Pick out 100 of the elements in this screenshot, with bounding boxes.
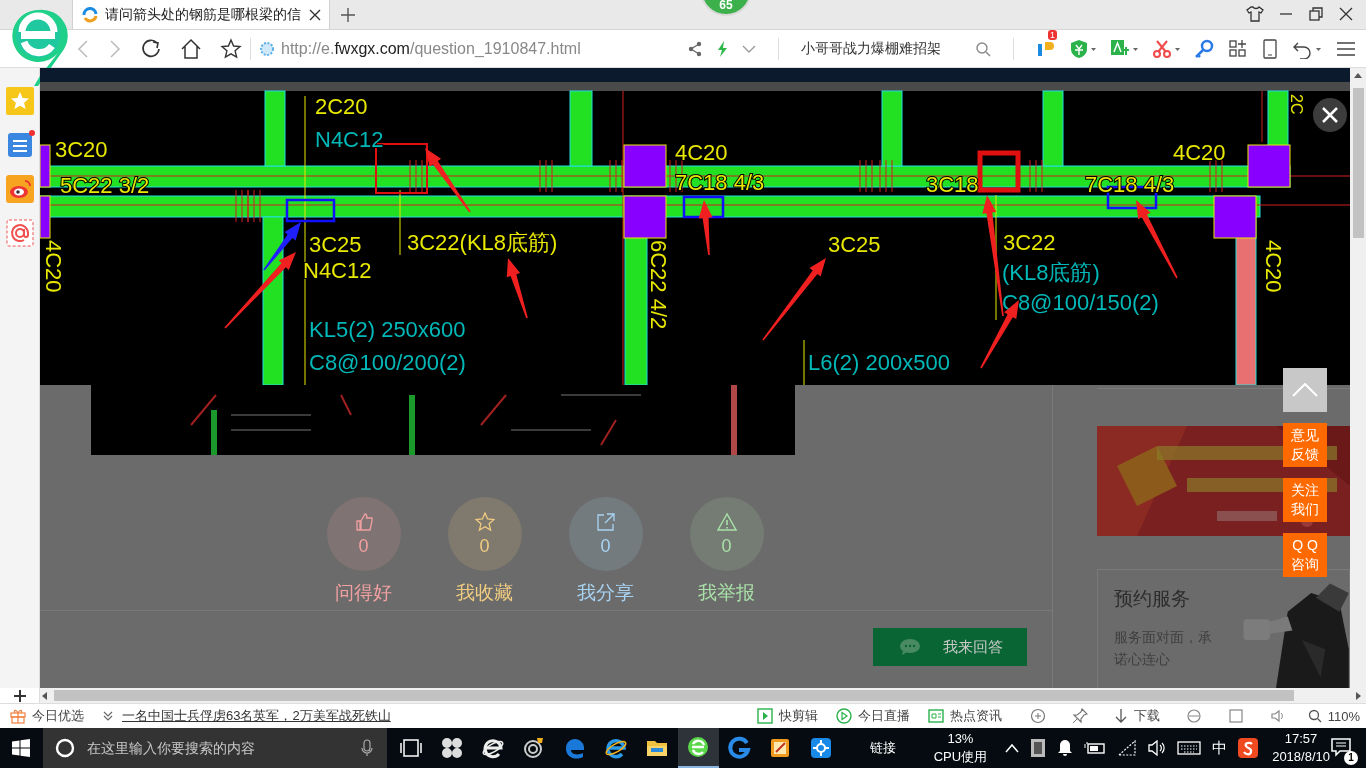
cortana-icon[interactable] <box>54 738 75 758</box>
column-block <box>1213 195 1257 239</box>
shirt-icon[interactable] <box>1246 5 1264 23</box>
bell-icon[interactable] <box>1057 739 1074 757</box>
restore-icon[interactable] <box>1308 6 1324 22</box>
drawing-label: C8@100/150(2) <box>1002 290 1159 315</box>
double-chevron-icon[interactable] <box>102 710 114 722</box>
share-icon[interactable] <box>688 40 702 57</box>
wifi-icon[interactable] <box>1117 740 1138 756</box>
speaker-icon[interactable] <box>1269 708 1286 724</box>
tablet-icon[interactable] <box>1262 38 1278 59</box>
drawing-label: 4C20 <box>1261 240 1286 293</box>
chevron-up-icon[interactable] <box>1005 743 1020 753</box>
scissors-icon[interactable] <box>1152 38 1180 59</box>
lightning-icon[interactable] <box>716 39 728 58</box>
link-label[interactable]: 链接 <box>869 739 896 757</box>
refresh-icon[interactable] <box>140 37 162 60</box>
list-icon[interactable] <box>5 131 34 159</box>
toolbar-link[interactable]: 快剪辑 <box>778 707 818 725</box>
key-icon[interactable] <box>1194 38 1214 59</box>
notification-count: 1 <box>1344 750 1358 765</box>
new-tab-icon[interactable] <box>340 7 356 23</box>
volume-icon[interactable] <box>1148 740 1167 756</box>
zoom-icon[interactable] <box>1307 709 1322 723</box>
drawing-label: KL5(2) 250x600 <box>309 317 466 342</box>
windows-icon[interactable] <box>12 739 31 757</box>
search-icon[interactable] <box>975 40 991 57</box>
toolbar-link[interactable]: 今日直播 <box>857 707 910 725</box>
drawing-label: C8@100/200(2) <box>309 350 466 375</box>
scrollbar-thumb[interactable] <box>1352 88 1364 238</box>
search-field[interactable]: 小哥哥战力爆棚难招架 <box>801 39 961 58</box>
drawing-label: 4C20 <box>1173 140 1226 165</box>
pointer-arrow <box>698 200 713 256</box>
drawing-label: 2C20 <box>315 94 368 119</box>
apps-icon[interactable] <box>1228 38 1248 59</box>
download-icon[interactable] <box>1113 708 1128 724</box>
video-edit-icon[interactable] <box>756 708 773 724</box>
clock[interactable]: 17:57 2018/8/10 <box>1272 730 1330 766</box>
pinwheel-icon <box>440 736 465 760</box>
drawing-label: (KL8底筋) <box>1002 260 1100 285</box>
menu-icon[interactable] <box>1336 39 1356 58</box>
ie-icon <box>604 736 629 760</box>
drawing-label: 3C22 <box>1003 230 1056 255</box>
stat-count: 0 <box>479 535 490 557</box>
drawing-label: N4C12 <box>303 258 372 283</box>
browser-tab[interactable]: 请问箭头处的钢筋是哪根梁的信 <box>72 0 330 29</box>
news-link[interactable]: 一名中国士兵俘虏63名英军，2万美军战死铁山 <box>122 707 391 725</box>
home-icon[interactable] <box>180 37 202 60</box>
grid-line <box>1261 90 1263 143</box>
scroll-right-icon[interactable] <box>1353 689 1363 702</box>
close-icon[interactable] <box>309 8 321 21</box>
scrollbar-thumb[interactable] <box>54 690 1294 701</box>
taskbar-search-field[interactable]: 在这里输入你要搜索的内容 <box>42 728 387 768</box>
today-picks-label[interactable]: 今日优选 <box>32 707 84 725</box>
toolbar-link[interactable]: 热点资讯 <box>949 707 1002 725</box>
weibo-icon[interactable] <box>5 175 34 203</box>
app-tray-icon[interactable] <box>1030 738 1047 758</box>
warning-icon <box>716 511 737 532</box>
g-letter-icon <box>727 736 752 760</box>
ie-outline-icon[interactable] <box>1185 708 1202 724</box>
taskbar-app[interactable] <box>677 728 719 768</box>
microphone-icon[interactable] <box>360 739 373 757</box>
input-method-label[interactable]: 中 <box>1212 738 1228 758</box>
shield-icon[interactable] <box>1070 38 1096 59</box>
stat-label[interactable]: 我举报 <box>698 580 755 606</box>
at-sign-icon[interactable] <box>5 219 34 247</box>
gift-icon[interactable] <box>10 708 26 724</box>
sogou-icon[interactable] <box>1238 738 1259 758</box>
drawing-label: 4C20 <box>41 240 66 293</box>
drawing-label: 6C22 4/2 <box>646 240 671 330</box>
add-icon[interactable] <box>12 688 27 703</box>
service-title: 预约服务 <box>1114 587 1191 611</box>
zoom-level[interactable]: 110% <box>1327 708 1360 724</box>
tick-marks <box>1209 159 1223 193</box>
keyboard-icon[interactable] <box>1177 741 1202 755</box>
chat-icon <box>899 638 921 656</box>
pin-icon[interactable] <box>1071 708 1088 724</box>
highlight-box <box>977 150 1021 193</box>
address-field[interactable]: http://e.fwxgx.com/question_1910847.html <box>281 39 581 58</box>
answer-button[interactable]: 我来回答 <box>873 628 1027 666</box>
tick-marks <box>859 159 873 193</box>
battery-icon[interactable] <box>1084 740 1107 756</box>
play-circle-icon[interactable] <box>835 708 852 724</box>
refresh-badge-icon[interactable] <box>1029 708 1046 724</box>
download-link[interactable]: 下载 <box>1133 707 1160 725</box>
tick-marks <box>247 189 261 223</box>
close-icon[interactable] <box>1313 98 1347 132</box>
close-icon[interactable] <box>1338 6 1354 22</box>
task-view-icon <box>399 736 424 760</box>
globe-icon <box>259 40 275 57</box>
drawing-label: 3C25 <box>828 232 881 257</box>
chevron-down-icon[interactable] <box>742 43 756 54</box>
pointer-arrow <box>506 258 528 319</box>
star-icon[interactable] <box>220 37 242 60</box>
notification-badge: 1 <box>1048 29 1057 40</box>
drawing-label: 2C <box>1288 94 1305 115</box>
drawing-label: L6(2) 200x500 <box>808 350 950 375</box>
marker-box <box>682 195 725 219</box>
tab-favicon-icon <box>81 6 99 23</box>
column-block <box>623 195 667 239</box>
